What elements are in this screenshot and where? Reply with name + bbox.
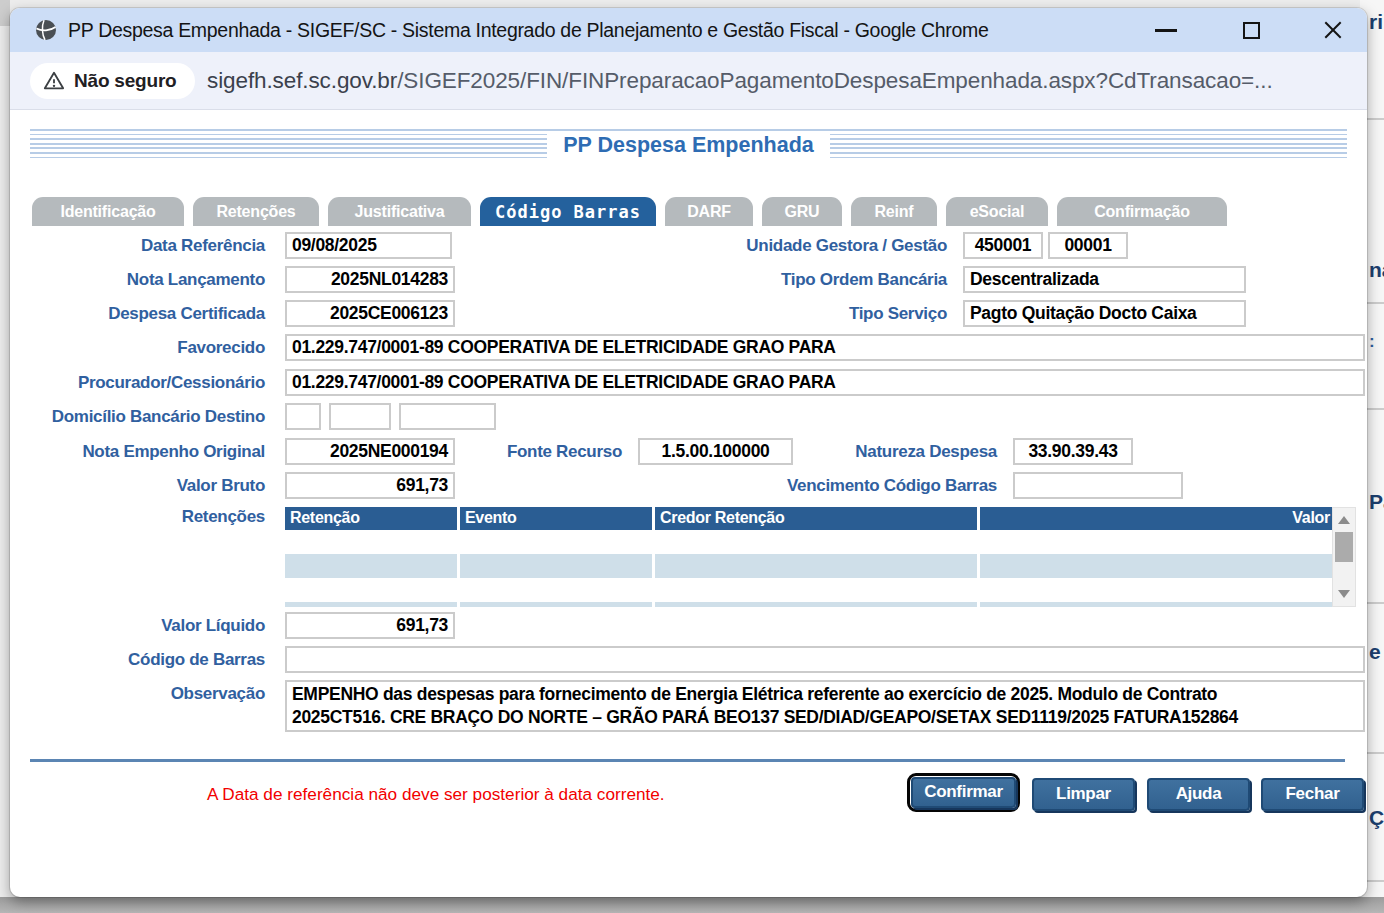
limpar-button[interactable]: Limpar xyxy=(1032,778,1135,811)
label-retencoes: Retenções xyxy=(25,505,265,528)
input-data-referencia[interactable]: 09/08/2025 xyxy=(285,232,452,259)
input-gestao[interactable]: 00001 xyxy=(1048,232,1128,259)
retencoes-table: Retenção Evento Credor Retenção Valor xyxy=(285,507,1356,607)
background-divider xyxy=(1366,118,1384,120)
title-banner: PP Despesa Empenhada xyxy=(30,129,1347,161)
label-tipo-ordem-bancaria: Tipo Ordem Bancária xyxy=(647,266,947,293)
input-domicilio-agencia[interactable] xyxy=(329,403,391,430)
background-taskbar-edge xyxy=(0,897,1384,913)
fechar-button[interactable]: Fechar xyxy=(1261,778,1364,811)
tab-codigo-barras[interactable]: Código Barras xyxy=(480,197,656,226)
url-domain: sigefh.sef.sc.gov.br xyxy=(207,68,397,93)
column-header-credor-retencao[interactable]: Credor Retenção xyxy=(655,507,977,530)
tab-darf[interactable]: DARF xyxy=(665,197,753,226)
label-valor-bruto: Valor Bruto xyxy=(25,472,265,499)
background-text-fragment: na xyxy=(1369,258,1384,282)
table-scrollbar[interactable] xyxy=(1332,507,1356,607)
background-divider xyxy=(1366,302,1384,304)
label-unidade-gestora: Unidade Gestora / Gestão xyxy=(647,232,947,259)
background-divider xyxy=(1366,408,1384,410)
table-row-empty xyxy=(285,578,1332,602)
label-codigo-de-barras: Código de Barras xyxy=(25,646,265,673)
textarea-observacao[interactable]: EMPENHO das despesas para fornecimento d… xyxy=(285,680,1365,732)
window-title: PP Despesa Empenhada - SIGEF/SC - Sistem… xyxy=(68,8,989,52)
tab-esocial[interactable]: eSocial xyxy=(946,197,1048,226)
scroll-up-arrow-icon[interactable] xyxy=(1338,516,1350,524)
label-domicilio-bancario-destino: Domicílio Bancário Destino xyxy=(15,403,265,430)
input-nota-lancamento[interactable]: 2025NL014283 xyxy=(285,266,455,293)
url-text[interactable]: sigefh.sef.sc.gov.br/SIGEF2025/FIN/FINPr… xyxy=(207,52,1273,109)
input-natureza-despesa[interactable]: 33.90.39.43 xyxy=(1013,438,1133,465)
input-valor-bruto[interactable]: 691,73 xyxy=(285,472,455,499)
tab-reinf[interactable]: Reinf xyxy=(851,197,937,226)
security-badge[interactable]: Não seguro xyxy=(30,63,195,99)
warning-icon xyxy=(43,70,65,92)
scrollbar-thumb[interactable] xyxy=(1335,532,1353,562)
label-favorecido: Favorecido xyxy=(25,334,265,361)
retencoes-table-header: Retenção Evento Credor Retenção Valor xyxy=(285,507,1332,530)
label-tipo-servico: Tipo Serviço xyxy=(647,300,947,327)
minimize-button[interactable] xyxy=(1155,29,1177,32)
address-bar: Não seguro sigefh.sef.sc.gov.br/SIGEF202… xyxy=(10,52,1367,110)
input-tipo-ordem-bancaria[interactable]: Descentralizada xyxy=(963,266,1246,293)
tab-identificacao[interactable]: Identificação xyxy=(32,197,184,226)
table-row-empty xyxy=(285,554,1332,578)
label-natureza-despesa: Natureza Despesa xyxy=(827,438,997,465)
input-nota-empenho-original[interactable]: 2025NE000194 xyxy=(285,438,455,465)
background-divider xyxy=(1366,602,1384,604)
tab-confirmacao[interactable]: Confirmação xyxy=(1057,197,1227,226)
label-despesa-certificada: Despesa Certificada xyxy=(25,300,265,327)
table-row-empty xyxy=(285,530,1332,554)
column-header-valor[interactable]: Valor xyxy=(980,507,1332,530)
validation-error-message: A Data de referência não deve ser poster… xyxy=(207,777,665,811)
scroll-down-arrow-icon[interactable] xyxy=(1338,590,1350,598)
background-text-fragment: Ç xyxy=(1369,806,1384,830)
window-titlebar[interactable]: PP Despesa Empenhada - SIGEF/SC - Sistem… xyxy=(10,8,1367,52)
label-valor-liquido: Valor Líquido xyxy=(25,612,265,639)
input-codigo-de-barras[interactable] xyxy=(285,646,1365,673)
tab-justificativa[interactable]: Justificativa xyxy=(328,197,471,226)
background-text-fragment: e xyxy=(1369,640,1381,664)
input-tipo-servico[interactable]: Pagto Quitação Docto Caixa xyxy=(963,300,1246,327)
confirm-button-focus-ring: Confirmar xyxy=(907,773,1020,812)
url-path: /SIGEF2025/FIN/FINPreparacaoPagamentoDes… xyxy=(397,68,1272,93)
security-badge-label: Não seguro xyxy=(74,70,177,92)
input-vencimento-codigo-barras[interactable] xyxy=(1013,472,1183,499)
label-nota-empenho-original: Nota Empenho Original xyxy=(25,438,265,465)
tab-bar: Identificação Retenções Justificativa Có… xyxy=(32,197,1227,226)
background-edge xyxy=(0,0,10,26)
footer-separator xyxy=(30,759,1345,762)
input-procurador-cessionario[interactable]: 01.229.747/0001-89 COOPERATIVA DE ELETRI… xyxy=(285,369,1365,396)
site-favicon-icon xyxy=(34,18,58,42)
tab-retencoes[interactable]: Retenções xyxy=(193,197,319,226)
maximize-button[interactable] xyxy=(1243,22,1260,39)
background-text-fragment: Pa xyxy=(1369,490,1384,514)
close-button[interactable] xyxy=(1322,19,1344,41)
column-header-retencao[interactable]: Retenção xyxy=(285,507,457,530)
input-despesa-certificada[interactable]: 2025CE006123 xyxy=(285,300,455,327)
background-text-fragment: : xyxy=(1369,332,1375,352)
input-fonte-recurso[interactable]: 1.5.00.100000 xyxy=(638,438,793,465)
chrome-popup-window: PP Despesa Empenhada - SIGEF/SC - Sistem… xyxy=(10,8,1367,897)
input-domicilio-banco[interactable] xyxy=(285,403,321,430)
table-row-empty xyxy=(285,602,1332,607)
input-unidade-gestora[interactable]: 450001 xyxy=(963,232,1043,259)
label-nota-lancamento: Nota Lançamento xyxy=(25,266,265,293)
ajuda-button[interactable]: Ajuda xyxy=(1147,778,1250,811)
input-valor-liquido[interactable]: 691,73 xyxy=(285,612,455,639)
tab-gru[interactable]: GRU xyxy=(762,197,842,226)
label-fonte-recurso: Fonte Recurso xyxy=(472,438,622,465)
input-favorecido[interactable]: 01.229.747/0001-89 COOPERATIVA DE ELETRI… xyxy=(285,334,1365,361)
label-observacao: Observação xyxy=(25,680,265,707)
column-header-evento[interactable]: Evento xyxy=(460,507,652,530)
label-vencimento-codigo-barras: Vencimento Código Barras xyxy=(750,472,997,499)
input-domicilio-conta[interactable] xyxy=(399,403,496,430)
label-procurador-cessionario: Procurador/Cessionário xyxy=(25,369,265,396)
background-divider xyxy=(1366,752,1384,754)
confirmar-button[interactable]: Confirmar xyxy=(911,777,1016,808)
background-text-fragment: ri xyxy=(1369,10,1383,34)
background-divider xyxy=(1366,880,1384,882)
label-data-referencia: Data Referência xyxy=(25,232,265,259)
page-title: PP Despesa Empenhada xyxy=(547,132,830,159)
